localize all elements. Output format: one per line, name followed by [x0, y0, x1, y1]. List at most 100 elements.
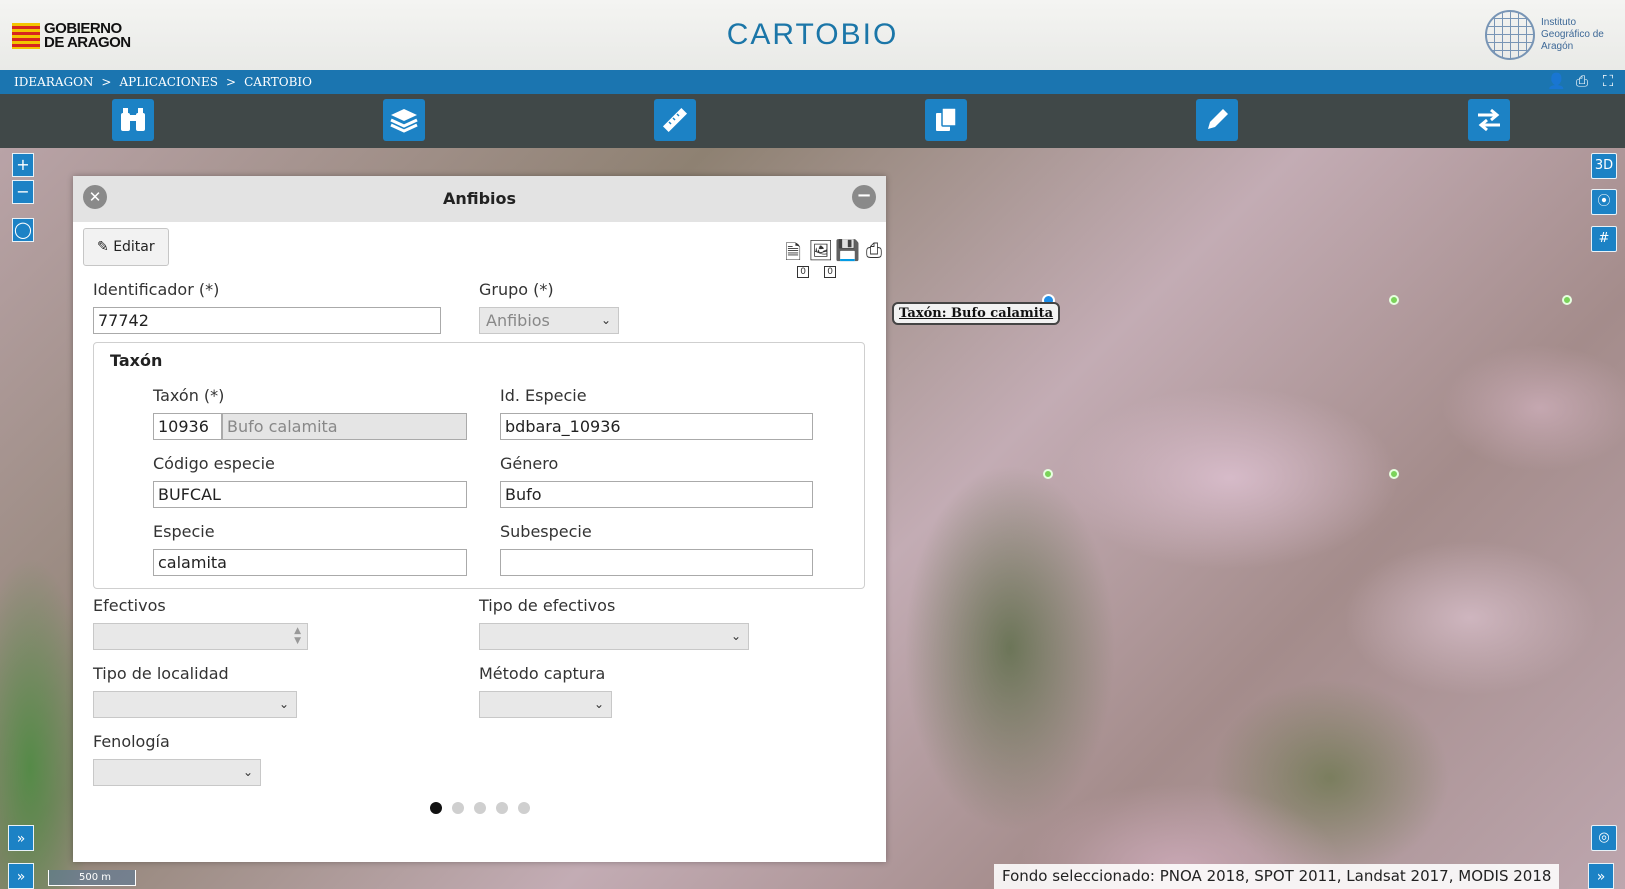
swap-arrows-icon: [1478, 108, 1500, 132]
chevron-down-icon: ⌄: [278, 697, 289, 711]
efectivos-label: Efectivos: [93, 596, 166, 615]
zoom-out-button[interactable]: −: [12, 180, 34, 204]
expand-panel-button[interactable]: »: [8, 825, 34, 851]
fenologia-select[interactable]: ⌄: [93, 759, 261, 786]
taxon-legend: Taxón: [110, 351, 163, 370]
page-indicator: [73, 802, 886, 814]
chevron-down-icon: ⌄: [242, 765, 253, 779]
taxon-id-field[interactable]: 10936: [153, 413, 222, 440]
anfibios-panel: ✕ Anfibios − ✎ Editar 🗎 0 🖼 0 💾 ⎙ Identifi…: [73, 176, 886, 862]
expand-bottom-button[interactable]: »: [8, 863, 34, 889]
grupo-value: Anfibios: [486, 311, 550, 330]
subespecie-label: Subespecie: [500, 522, 592, 541]
page-dot-2[interactable]: [451, 802, 464, 814]
edit-icon: ✎: [97, 239, 109, 255]
document-icon[interactable]: 🗎 0: [781, 238, 809, 278]
layers-icon: [390, 109, 418, 133]
copy-icon: [936, 107, 957, 131]
observation-marker[interactable]: [1043, 469, 1053, 479]
print-icon[interactable]: ⎙: [862, 238, 886, 272]
iga-logo-line2: Geográfico de: [1541, 29, 1604, 40]
metodo-captura-label: Método captura: [479, 664, 606, 683]
page-dot-1[interactable]: [429, 802, 442, 814]
panel-title: Anfibios: [442, 189, 517, 208]
polygon-tool-button[interactable]: ◯: [12, 218, 34, 242]
documents-button[interactable]: [925, 99, 967, 141]
subespecie-field[interactable]: [500, 549, 813, 576]
fenologia-label: Fenología: [93, 732, 170, 751]
measure-button[interactable]: [654, 99, 696, 141]
basemap-expand-button[interactable]: »: [1588, 863, 1614, 889]
tipo-localidad-select[interactable]: ⌄: [93, 691, 297, 718]
panel-actions: 🗎 0 🖼 0 💾 ⎙: [781, 238, 886, 278]
main-toolbar: [0, 94, 1625, 148]
panel-header: ✕ Anfibios −: [73, 176, 886, 222]
image-icon[interactable]: 🖼 0: [808, 238, 836, 278]
breadcrumb: IDEARAGON > APLICACIONES > CARTOBIO: [14, 75, 312, 89]
zoom-in-button[interactable]: +: [12, 153, 34, 177]
ruler-icon: [662, 107, 688, 133]
identificador-field[interactable]: 77742: [93, 307, 441, 334]
iga-logo[interactable]: Instituto Geográfico de Aragón: [1485, 10, 1617, 60]
polygon-icon: ◯: [14, 220, 32, 239]
basemap-info: Fondo seleccionado: PNOA 2018, SPOT 2011…: [994, 864, 1560, 889]
especie-label: Especie: [153, 522, 215, 541]
page-dot-5[interactable]: [517, 802, 530, 814]
app-header: GOBIERNO DE ARAGON CARTOBIO Instituto Ge…: [0, 0, 1625, 70]
page-dot-3[interactable]: [473, 802, 486, 814]
genero-field[interactable]: Bufo: [500, 481, 813, 508]
app-title: CARTOBIO: [726, 18, 899, 51]
taxon-label: Taxón (*): [153, 386, 225, 405]
breadcrumb-item-cartobio[interactable]: CARTOBIO: [244, 75, 312, 89]
id-especie-label: Id. Especie: [500, 386, 587, 405]
exchange-button[interactable]: [1468, 99, 1510, 141]
editar-button[interactable]: ✎ Editar: [83, 228, 169, 266]
save-icon[interactable]: 💾: [835, 238, 860, 272]
taxon-fieldset: Taxón Taxón (*) 10936 Bufo calamita Id. …: [93, 342, 865, 589]
scale-bar: 500 m: [48, 870, 136, 886]
compass-button[interactable]: ⦿: [1591, 189, 1617, 215]
grupo-label: Grupo (*): [479, 280, 554, 299]
layers-button[interactable]: [383, 99, 425, 141]
breadcrumb-bar: IDEARAGON > APLICACIONES > CARTOBIO 👤 ⎙ …: [0, 70, 1625, 94]
search-binoculars-button[interactable]: [112, 99, 154, 141]
metodo-captura-select[interactable]: ⌄: [479, 691, 612, 718]
locate-button[interactable]: ◎: [1591, 825, 1617, 851]
especie-field[interactable]: calamita: [153, 549, 467, 576]
genero-label: Género: [500, 454, 559, 473]
efectivos-field[interactable]: ▲ ▼: [93, 623, 308, 650]
grupo-select[interactable]: Anfibios ⌄: [479, 307, 619, 334]
tipo-efectivos-select[interactable]: ⌄: [479, 623, 749, 650]
page-dot-4[interactable]: [495, 802, 508, 814]
breadcrumb-item-aplicaciones[interactable]: APLICACIONES: [119, 75, 218, 89]
fullscreen-icon[interactable]: ⛶: [1599, 72, 1617, 90]
chevron-down-icon: ⌄: [600, 313, 611, 327]
globe-icon: [1485, 10, 1535, 60]
tipo-efectivos-label: Tipo de efectivos: [479, 596, 616, 615]
iga-logo-line1: Instituto: [1541, 17, 1577, 28]
minimize-icon[interactable]: −: [852, 185, 876, 209]
binoculars-icon: [121, 108, 145, 131]
observation-marker[interactable]: [1562, 295, 1572, 305]
breadcrumb-separator: >: [101, 75, 112, 89]
chevron-down-icon: ⌄: [593, 697, 604, 711]
grid-icon: #: [1598, 231, 1610, 246]
observation-marker[interactable]: [1389, 295, 1399, 305]
map-tooltip: Taxón: Bufo calamita: [892, 302, 1061, 325]
iga-logo-line3: Aragón: [1541, 41, 1574, 52]
codigo-especie-field[interactable]: BUFCAL: [153, 481, 467, 508]
3d-button[interactable]: 3D: [1591, 153, 1617, 179]
breadcrumb-separator: >: [226, 75, 237, 89]
grid-button[interactable]: #: [1591, 226, 1617, 252]
breadcrumb-item-idearagon[interactable]: IDEARAGON: [14, 75, 93, 89]
observation-marker[interactable]: [1389, 469, 1399, 479]
id-especie-field[interactable]: bdbara_10936: [500, 413, 813, 440]
user-icon[interactable]: 👤: [1547, 72, 1566, 90]
taxon-name-field: Bufo calamita: [222, 413, 467, 440]
editar-label: Editar: [113, 239, 155, 255]
pencil-icon: [1208, 109, 1228, 129]
print-icon[interactable]: ⎙: [1573, 72, 1591, 90]
codigo-especie-label: Código especie: [153, 454, 275, 473]
edit-button[interactable]: [1196, 99, 1238, 141]
tipo-localidad-label: Tipo de localidad: [93, 664, 229, 683]
